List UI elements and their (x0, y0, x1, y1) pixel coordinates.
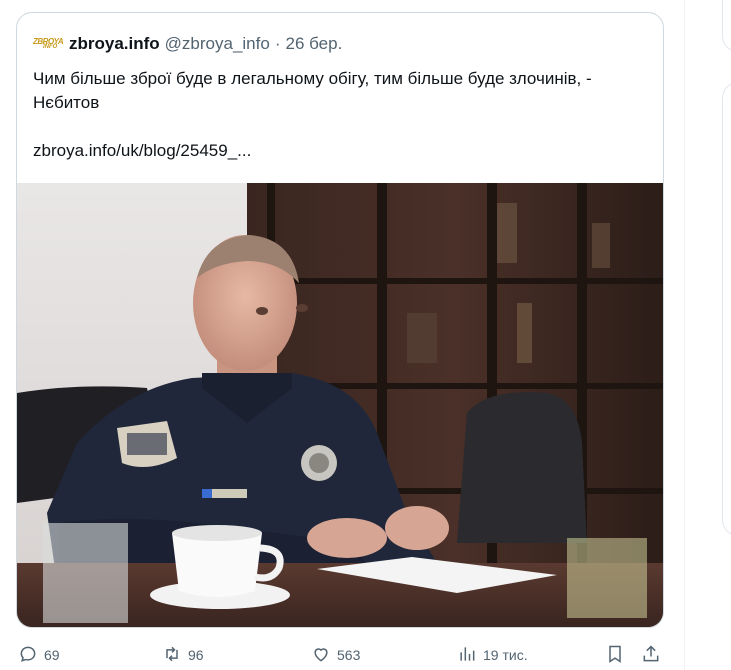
share-button[interactable] (641, 641, 661, 669)
tweet-date[interactable]: 26 бер. (286, 34, 343, 54)
like-count: 563 (337, 647, 361, 663)
repost-icon (162, 644, 182, 667)
sidebar-card-top (722, 0, 731, 52)
timeline-column-border (684, 0, 685, 670)
tweet-text-line: Нєбитов (33, 93, 100, 112)
repost-button[interactable]: 96 (162, 641, 204, 669)
tweet-text-line: Чим більше зброї буде в легальному обігу… (33, 69, 592, 88)
bookmark-icon (605, 644, 625, 667)
like-button[interactable]: 563 (311, 641, 360, 669)
sidebar-card (722, 82, 731, 536)
reply-button[interactable]: 69 (18, 641, 60, 669)
avatar-logo-subtext: INFO (43, 44, 58, 50)
author-handle[interactable]: @zbroya_info (165, 34, 270, 54)
heart-icon (311, 644, 331, 667)
bookmark-button[interactable] (605, 641, 625, 669)
tweet-link[interactable]: zbroya.info/uk/blog/25459_... (33, 139, 653, 163)
share-icon (641, 644, 661, 667)
header-separator: · (274, 34, 281, 53)
views-button[interactable]: 19 тис. (457, 641, 528, 669)
author-name[interactable]: zbroya.info (69, 34, 160, 54)
tweet-photo[interactable] (17, 183, 663, 627)
views-chart-icon (457, 644, 477, 667)
quoted-tweet-header: ZBROYA INFO zbroya.info @zbroya_info · 2… (33, 33, 342, 55)
reply-count: 69 (44, 647, 60, 663)
quoted-tweet-card[interactable]: ZBROYA INFO zbroya.info @zbroya_info · 2… (16, 12, 664, 628)
reply-icon (18, 644, 38, 667)
repost-count: 96 (188, 647, 204, 663)
quoted-tweet-text: Чим більше зброї буде в легальному обігу… (33, 67, 653, 163)
photo-illustration (17, 183, 663, 627)
views-count: 19 тис. (483, 647, 528, 663)
tweet-actions-bar: 69 96 563 19 тис. (0, 641, 684, 669)
author-avatar[interactable]: ZBROYA INFO (33, 36, 63, 52)
